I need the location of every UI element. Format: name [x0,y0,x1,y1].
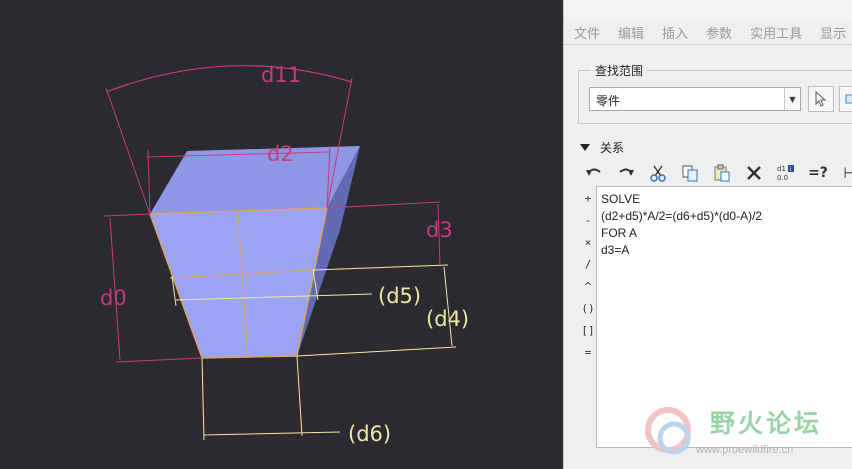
dim-d5-label[interactable]: (d5) [378,284,421,308]
scope-select-value: 零件 [596,94,621,108]
dim-d6-ext-right [296,355,303,437]
relation-line: (d2+d5)*A/2=(d6+d5)*(d0-A)/2 [601,209,763,223]
cut-icon[interactable] [644,161,672,185]
dim-d6-ext-left [201,357,205,441]
relations-panel: 文件 编辑 插入 参数 实用工具 显示 查找范围 零件 ▼ 关系 d1 0.0 … [563,0,852,469]
dim-d4-label[interactable]: (d4) [426,307,469,331]
svg-text:d1: d1 [777,165,786,173]
relation-line: SOLVE [601,192,641,206]
op-minus-button[interactable]: - [580,210,596,232]
menu-parameters[interactable]: 参数 [706,23,732,42]
watermark-url: www.proewildfire.cn [696,444,794,456]
menu-file[interactable]: 文件 [574,23,600,42]
dim-d4-ext-top [312,264,449,271]
collapse-triangle-icon[interactable] [580,143,590,153]
paste-icon[interactable] [708,161,736,185]
panel-title-strip [564,0,852,20]
chevron-down-icon[interactable]: ▼ [784,88,800,110]
model-drawing: d11 d2 d3 d0 (d5) (d4) (d6) [100,63,469,446]
scope-select[interactable]: 零件 ▼ [589,87,801,111]
relations-section-header[interactable]: 关系 [580,139,624,156]
relations-title: 关系 [600,141,625,155]
cursor-arrow-icon [815,91,827,107]
dim-d0-label[interactable]: d0 [100,286,127,310]
dim-d0-ext-bottom [115,357,203,363]
redo-icon[interactable] [612,161,640,185]
menu-utilities[interactable]: 实用工具 [750,23,802,42]
search-scope-group: 查找范围 零件 ▼ [578,62,852,124]
dim-value-icon[interactable]: d1 0.0 i [772,161,800,185]
evaluate-icon[interactable]: =? [804,161,832,185]
op-multiply-button[interactable]: × [580,232,596,254]
filter-button[interactable] [839,86,852,112]
delete-icon[interactable] [740,161,768,185]
op-divide-button[interactable]: / [580,254,596,276]
search-scope-legend: 查找范围 [591,62,648,79]
insert-param-icon[interactable]: ⊢ [836,161,852,185]
dim-d11-ext-left [105,87,151,215]
dim-d3-label[interactable]: d3 [426,218,453,242]
op-equals-button[interactable]: = [580,342,596,364]
select-entity-button[interactable] [808,86,834,112]
copy-icon[interactable] [676,161,704,185]
operator-column: + - × / ^ () [] = [580,188,596,364]
svg-text:0.0: 0.0 [777,174,788,182]
forum-watermark: 野火论坛 www.proewildfire.cn [640,404,852,464]
dim-d2-label[interactable]: d2 [267,142,294,166]
dim-d6-line [203,431,341,436]
watermark-title: 野火论坛 [710,409,823,438]
menubar: 文件 编辑 插入 参数 实用工具 显示 [564,20,852,44]
menu-insert[interactable]: 插入 [662,23,688,42]
relation-line: d3=A [601,243,630,257]
model-viewport[interactable]: d11 d2 d3 d0 (d5) (d4) (d6) [0,0,563,469]
dim-d6-label[interactable]: (d6) [348,422,391,446]
dim-d11-label[interactable]: d11 [261,63,301,87]
relations-toolbar: d10.0i =? ⊢ [580,160,852,186]
menu-display[interactable]: 显示 [820,23,846,42]
dim-d11-arc [105,65,353,93]
dim-d0-ext-top [103,213,151,217]
op-plus-button[interactable]: + [580,188,596,210]
dim-d4-ext-bottom [296,346,457,357]
undo-icon[interactable] [580,161,608,185]
relation-line: FOR A [601,226,638,240]
op-bracket-button[interactable]: [] [580,320,596,342]
op-paren-button[interactable]: () [580,298,596,320]
dim-d2-ext-left [147,149,151,215]
menu-edit[interactable]: 编辑 [618,23,644,42]
menubar-divider [564,44,852,45]
op-power-button[interactable]: ^ [580,276,596,298]
filter-icon [845,94,852,104]
